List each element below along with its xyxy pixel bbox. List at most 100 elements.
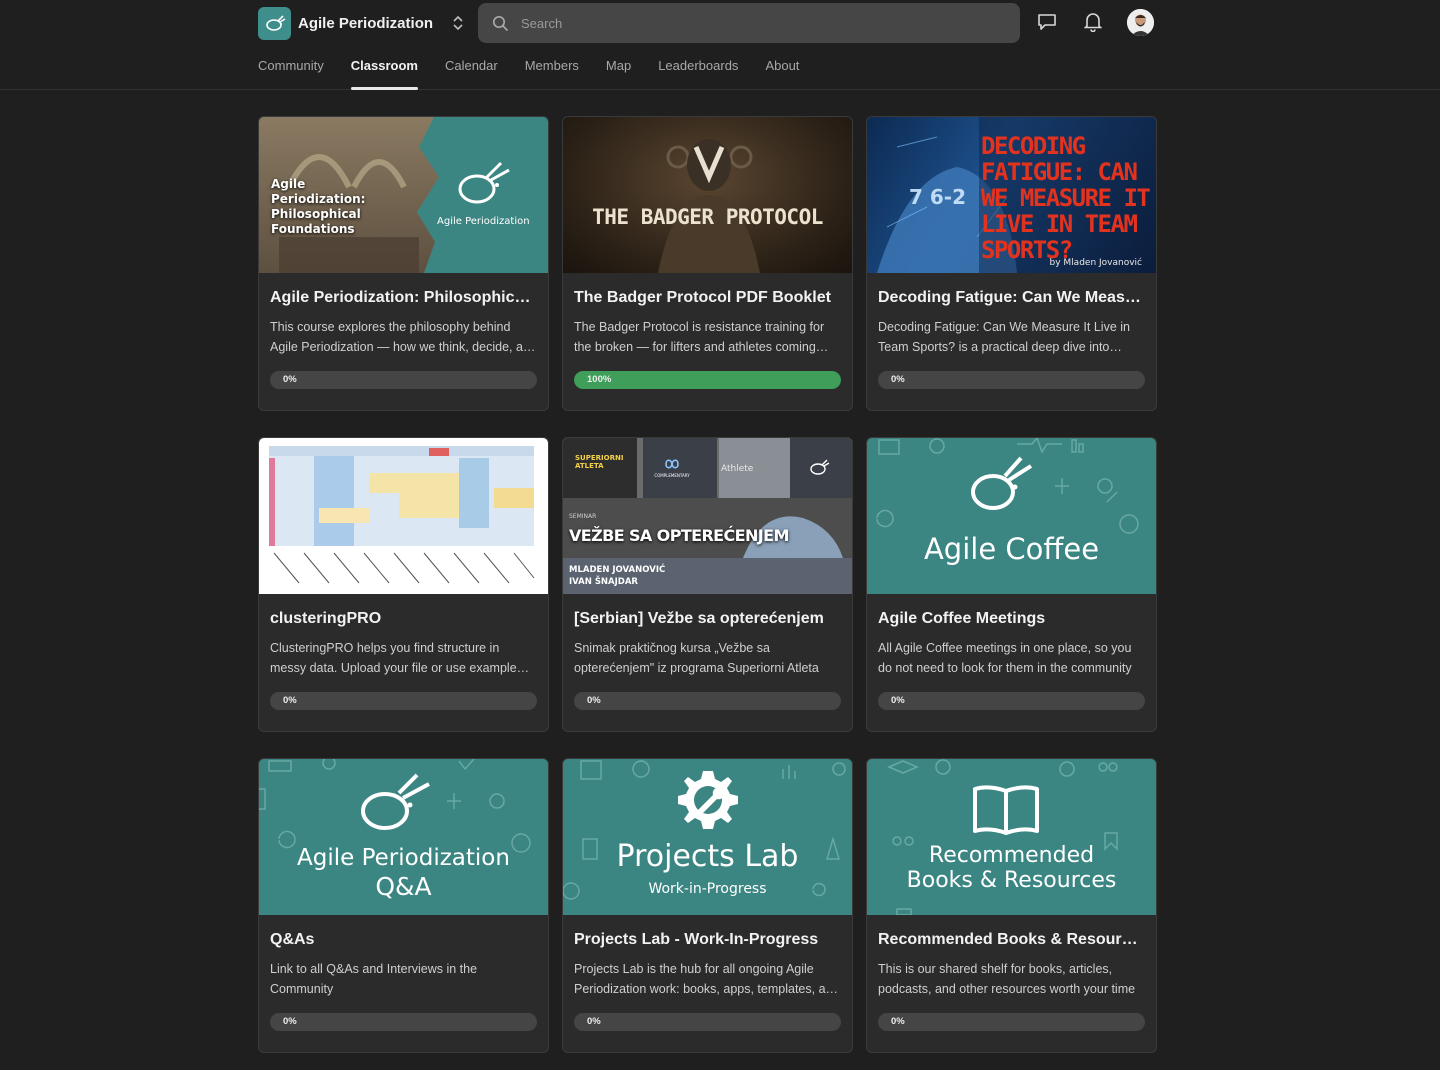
rabbit-logo-icon bbox=[361, 773, 430, 830]
thumbnail-superior-logo: SUPERIORNI ATLETA bbox=[575, 454, 624, 470]
progress-bar: 0% bbox=[270, 692, 537, 710]
thumbnail-title: Agile Periodization bbox=[297, 845, 510, 871]
course-title: Projects Lab - Work-In-Progress bbox=[574, 931, 819, 948]
chat-icon[interactable] bbox=[1036, 11, 1058, 33]
course-card[interactable]: 7 6-2 DECODING FATIGUE: CAN WE MEASURE I… bbox=[866, 116, 1157, 411]
progress-bar: 100% bbox=[574, 371, 841, 389]
course-thumbnail: Agile Periodization Q&A bbox=[259, 759, 548, 915]
course-thumbnail bbox=[259, 438, 548, 594]
gear-wrench-icon bbox=[678, 771, 738, 829]
thumbnail-title: THE BADGER PROTOCOL bbox=[592, 205, 823, 229]
thumbnail-athlete: Athlete bbox=[721, 464, 754, 474]
progress-label: 0% bbox=[283, 374, 297, 385]
course-description: Decoding Fatigue: Can We Measure It Live… bbox=[878, 320, 1130, 354]
badger-image bbox=[658, 139, 760, 273]
thumbnail-complementary: COMPLEMENTARY bbox=[654, 473, 690, 478]
progress-label: 0% bbox=[891, 1016, 905, 1027]
course-card[interactable]: Agile Coffee Agile Coffee Meetings All A… bbox=[866, 437, 1157, 732]
course-card[interactable]: Projects Lab Work-in-Progress Projects L… bbox=[562, 758, 853, 1053]
search-icon bbox=[492, 15, 509, 31]
thumbnail-title: VEŽBE SA OPTEREĆENJEM bbox=[569, 526, 789, 545]
course-title: The Badger Protocol PDF Booklet bbox=[574, 289, 831, 306]
course-card[interactable]: clusteringPRO ClusteringPRO helps you fi… bbox=[258, 437, 549, 732]
tab-map[interactable]: Map bbox=[606, 50, 631, 90]
community-name[interactable]: Agile Periodization bbox=[298, 15, 433, 32]
top-bar: Agile Periodization Community Classroom … bbox=[0, 0, 1440, 90]
tab-about[interactable]: About bbox=[765, 50, 799, 90]
course-title: clusteringPRO bbox=[270, 610, 382, 627]
course-description: This course explores the philosophy behi… bbox=[270, 320, 537, 354]
thumbnail-brand: Agile Periodization bbox=[437, 216, 530, 227]
progress-label: 0% bbox=[283, 695, 297, 706]
tab-calendar[interactable]: Calendar bbox=[445, 50, 498, 90]
course-title: Agile Coffee Meetings bbox=[878, 610, 1046, 627]
course-description: The Badger Protocol is resistance traini… bbox=[574, 320, 825, 354]
thumbnail-title: DECODING FATIGUE: CAN WE MEASURE IT LIVE… bbox=[981, 132, 1151, 264]
progress-fill bbox=[574, 371, 841, 389]
thumbnail-digits: 7 6-2 bbox=[909, 185, 967, 209]
course-card[interactable]: Agile Periodization Q&A Q&As Link to all… bbox=[258, 758, 549, 1053]
thumbnail-author: MLADEN JOVANOVIĆ bbox=[569, 565, 666, 575]
course-thumbnail: Agile Periodization: Philosophical Found… bbox=[259, 117, 548, 273]
course-thumbnail: 7 6-2 DECODING FATIGUE: CAN WE MEASURE I… bbox=[867, 117, 1156, 273]
course-card[interactable]: THE BADGER PROTOCOL The Badger Protocol … bbox=[562, 116, 853, 411]
progress-label: 100% bbox=[587, 374, 612, 385]
main-nav: Community Classroom Calendar Members Map… bbox=[258, 50, 826, 90]
chevron-updown-icon[interactable] bbox=[451, 13, 465, 33]
progress-bar: 0% bbox=[270, 371, 537, 389]
rabbit-logo-icon bbox=[810, 459, 830, 475]
course-description: ClusteringPRO helps you find structure i… bbox=[270, 641, 517, 675]
course-description: Snimak praktičnog kursa „Vežbe sa optere… bbox=[574, 641, 819, 675]
course-description: This is our shared shelf for books, arti… bbox=[878, 962, 1136, 996]
progress-bar: 0% bbox=[270, 1013, 537, 1031]
thumbnail-title: Agile Periodization: Philosophical Found… bbox=[271, 177, 366, 236]
progress-label: 0% bbox=[283, 1016, 297, 1027]
progress-bar: 0% bbox=[574, 692, 841, 710]
course-description: All Agile Coffee meetings in one place, … bbox=[878, 641, 1132, 675]
course-thumbnail: Agile Coffee bbox=[867, 438, 1156, 594]
progress-bar: 0% bbox=[878, 1013, 1145, 1031]
course-thumbnail: THE BADGER PROTOCOL bbox=[563, 117, 852, 273]
progress-bar: 0% bbox=[878, 371, 1145, 389]
course-title: Recommended Books & Resources bbox=[878, 931, 1145, 948]
course-title: Decoding Fatigue: Can We Measure It Live… bbox=[878, 289, 1145, 306]
course-card[interactable]: Agile Periodization: Philosophical Found… bbox=[258, 116, 549, 411]
community-logo[interactable] bbox=[258, 6, 291, 40]
progress-label: 0% bbox=[891, 374, 905, 385]
thumbnail-title: Agile Coffee bbox=[923, 532, 1100, 566]
infinity-icon bbox=[665, 459, 679, 469]
thumbnail-subtitle: Work-in-Progress bbox=[648, 881, 767, 897]
avatar[interactable] bbox=[1127, 9, 1154, 36]
course-description: Projects Lab is the hub for all ongoing … bbox=[574, 962, 840, 996]
heatmap-image bbox=[269, 446, 535, 584]
course-card[interactable]: SUPERIORNI ATLETA COMPLEMENTARY Athlete … bbox=[562, 437, 853, 732]
tab-leaderboards[interactable]: Leaderboards bbox=[658, 50, 738, 90]
bell-icon[interactable] bbox=[1082, 11, 1104, 33]
tab-members[interactable]: Members bbox=[525, 50, 579, 90]
course-thumbnail: SUPERIORNI ATLETA COMPLEMENTARY Athlete … bbox=[563, 438, 852, 594]
tab-classroom[interactable]: Classroom bbox=[350, 50, 419, 90]
progress-label: 0% bbox=[891, 695, 905, 706]
course-title: Agile Periodization: Philosophical Found… bbox=[270, 289, 537, 306]
search-bar[interactable] bbox=[478, 3, 1020, 43]
thumbnail-title: Recommended bbox=[928, 843, 1095, 868]
thumbnail-title: Projects Lab bbox=[616, 839, 799, 874]
rabbit-logo-icon bbox=[265, 15, 285, 31]
progress-bar: 0% bbox=[878, 692, 1145, 710]
community-switcher[interactable]: Agile Periodization bbox=[258, 6, 465, 40]
course-description: Link to all Q&As and Interviews in the C… bbox=[270, 962, 478, 996]
progress-label: 0% bbox=[587, 695, 601, 706]
thumbnail-subtitle: Q&A bbox=[375, 872, 432, 901]
progress-bar: 0% bbox=[574, 1013, 841, 1031]
progress-label: 0% bbox=[587, 1016, 601, 1027]
course-card[interactable]: Recommended Books & Resources Recommende… bbox=[866, 758, 1157, 1053]
rabbit-logo-icon bbox=[971, 456, 1033, 510]
search-input[interactable] bbox=[521, 15, 1001, 31]
course-title: [Serbian] Vežbe sa opterećenjem bbox=[574, 610, 824, 627]
tab-community[interactable]: Community bbox=[258, 50, 324, 90]
thumbnail-subtitle: Books & Resources bbox=[906, 868, 1117, 893]
thumbnail-byline: by Mladen Jovanović bbox=[1049, 258, 1142, 268]
course-grid: Agile Periodization: Philosophical Found… bbox=[258, 116, 1158, 1053]
thumbnail-author: IVAN ŠNAJDAR bbox=[569, 577, 638, 587]
course-thumbnail: Projects Lab Work-in-Progress bbox=[563, 759, 852, 915]
